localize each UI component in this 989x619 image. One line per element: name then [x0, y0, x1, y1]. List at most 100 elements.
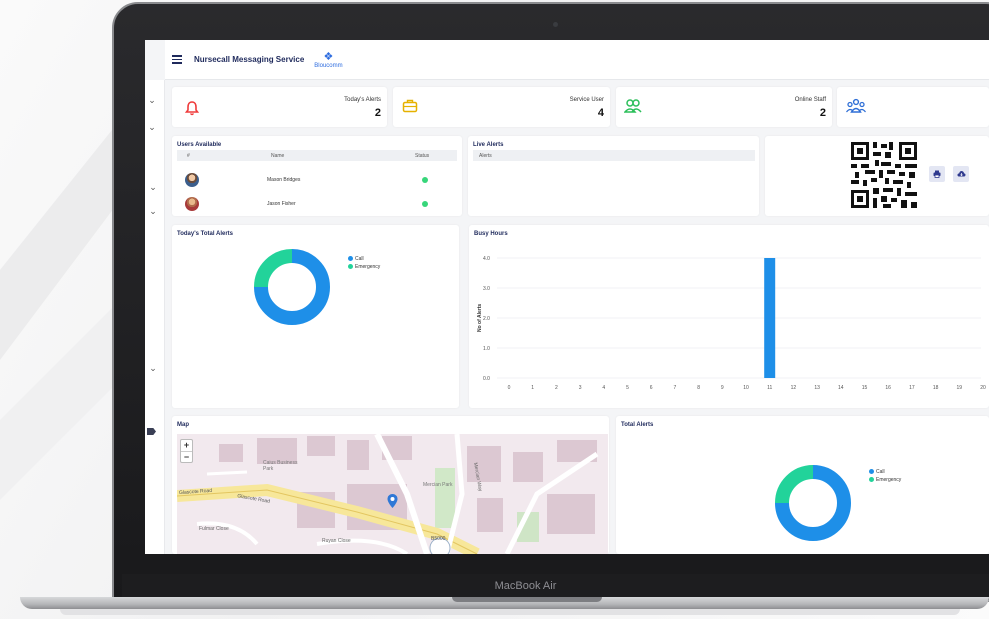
todays-alerts-donut-chart	[254, 249, 330, 325]
zoom-out-button[interactable]: −	[181, 451, 192, 462]
logo-text: Bloucomm	[314, 62, 343, 69]
chevron-down-icon[interactable]: ⌄	[146, 182, 160, 193]
stat-card-online-staff: Online Staff 2	[616, 87, 832, 127]
zoom-in-button[interactable]: +	[181, 440, 192, 451]
webcam	[553, 22, 558, 27]
map-view[interactable]: Glascote Road Glascote Road Fulmar Close…	[177, 434, 608, 554]
chevron-down-icon[interactable]: ⌄	[145, 95, 159, 106]
qr-code	[851, 142, 917, 208]
y-tick-label: 3.0	[483, 286, 490, 292]
stat-card-todays-alerts: Today's Alerts 2	[172, 87, 387, 127]
device-label: MacBook Air	[494, 580, 557, 592]
x-tick-label: 4	[602, 385, 605, 391]
stat-label: Service User	[569, 97, 604, 103]
table-header: Alerts	[473, 150, 755, 161]
x-tick-label: 18	[933, 385, 939, 391]
card-title: Map	[177, 422, 189, 428]
laptop-notch	[452, 597, 602, 602]
y-axis-label: No of Alerts	[477, 304, 483, 332]
y-tick-label: 0.0	[483, 376, 490, 382]
stat-card-service-user: Service User 4	[393, 87, 610, 127]
column-header: Name	[271, 153, 285, 159]
map-street-label: Ruyan Close	[322, 538, 351, 544]
chart-legend: Call Emergency	[869, 468, 901, 484]
legend-item[interactable]: Call	[348, 255, 380, 263]
y-tick-label: 2.0	[483, 316, 490, 322]
sidebar	[145, 80, 165, 554]
legend-item[interactable]: Emergency	[348, 263, 380, 271]
y-tick-label: 4.0	[483, 256, 490, 262]
laptop-shadow	[60, 609, 960, 615]
chevron-down-icon[interactable]: ⌄	[146, 206, 160, 217]
table-row[interactable]: Jason Fisher	[177, 193, 457, 215]
cloud-download-icon	[956, 171, 966, 177]
users-available-card: Users Available # Name Status Mason Brid…	[172, 136, 462, 216]
chart-legend: Call Emergency	[348, 255, 380, 271]
bar-hour-11[interactable]	[764, 258, 776, 378]
column-header: #	[187, 153, 190, 159]
chevron-down-icon[interactable]: ⌄	[145, 122, 159, 133]
legend-label: Emergency	[876, 477, 902, 483]
group-icon	[846, 98, 866, 113]
legend-item[interactable]: Emergency	[869, 476, 901, 484]
qr-card	[765, 136, 989, 216]
table-header: # Name Status	[177, 150, 457, 161]
x-tick-label: 2	[555, 385, 558, 391]
avatar	[185, 197, 199, 211]
users-icon	[624, 99, 642, 113]
map-marker-icon[interactable]	[387, 494, 398, 508]
chevron-down-icon[interactable]: ⌄	[146, 363, 160, 374]
legend-label: Call	[355, 256, 364, 262]
bell-icon	[184, 101, 200, 116]
busy-hours-card: Busy Hours 0.0 1.0 2.0 3.0 4.0 No of Alerts 0 1…	[469, 225, 989, 408]
live-alerts-card: Live Alerts Alerts	[468, 136, 759, 216]
top-navbar: Nursecall Messaging Service ❖ Bloucomm	[165, 40, 989, 80]
table-row[interactable]: Mason Bridges	[177, 169, 457, 191]
stat-value: 2	[374, 107, 381, 119]
legend-item[interactable]: Call	[869, 468, 901, 476]
map-place-label: Mercian Park	[423, 482, 453, 488]
column-header: Alerts	[479, 153, 492, 159]
donut-slice-emergency[interactable]	[775, 465, 814, 504]
map-place-label: Caius Business Park	[263, 460, 298, 472]
map-zoom-control: + −	[180, 439, 193, 463]
download-button[interactable]	[953, 166, 969, 182]
busy-hours-bar-chart: 0.01.02.03.04.0No of Alerts0 1 2 3 4 5 6 7 8 9 10 1…	[477, 256, 986, 391]
user-name: Jason Fisher	[267, 201, 296, 207]
x-tick-label: 12	[791, 385, 797, 391]
x-tick-label: 10	[743, 385, 749, 391]
column-header: Status	[415, 153, 430, 159]
total-alerts-donut-chart	[775, 465, 851, 541]
print-button[interactable]	[929, 166, 945, 182]
stat-label: Online Staff	[794, 97, 826, 103]
map-road-label: B5000	[431, 536, 446, 542]
card-title: Live Alerts	[473, 142, 504, 148]
stat-value: 2	[819, 107, 826, 119]
user-name: Mason Bridges	[267, 177, 301, 183]
x-tick-label: 7	[674, 385, 677, 391]
menu-icon[interactable]	[172, 55, 182, 64]
x-tick-label: 20	[980, 385, 986, 391]
briefcase-icon	[402, 99, 418, 113]
total-alerts-card: Total Alerts Call Emergency	[616, 416, 989, 554]
x-tick-label: 17	[909, 385, 915, 391]
x-tick-label: 13	[814, 385, 820, 391]
todays-total-alerts-card: Today's Total Alerts Call Emergency	[172, 225, 459, 408]
legend-label: Call	[876, 469, 885, 475]
stat-card-group	[837, 87, 989, 127]
app-title: Nursecall Messaging Service	[194, 55, 305, 64]
donut-slice-emergency[interactable]	[254, 249, 293, 288]
x-tick-label: 11	[767, 385, 772, 391]
x-tick-label: 6	[650, 385, 653, 391]
x-tick-label: 1	[531, 385, 534, 391]
map-street-label: Fulmar Close	[199, 526, 229, 532]
legend-label: Emergency	[355, 264, 381, 270]
x-tick-label: 19	[957, 385, 963, 391]
status-online-icon	[422, 177, 428, 183]
x-tick-label: 9	[721, 385, 724, 391]
x-tick-label: 0	[508, 385, 511, 391]
y-tick-label: 1.0	[483, 346, 490, 352]
card-title: Users Available	[177, 142, 222, 148]
avatar	[185, 173, 199, 187]
status-online-icon	[422, 201, 428, 207]
